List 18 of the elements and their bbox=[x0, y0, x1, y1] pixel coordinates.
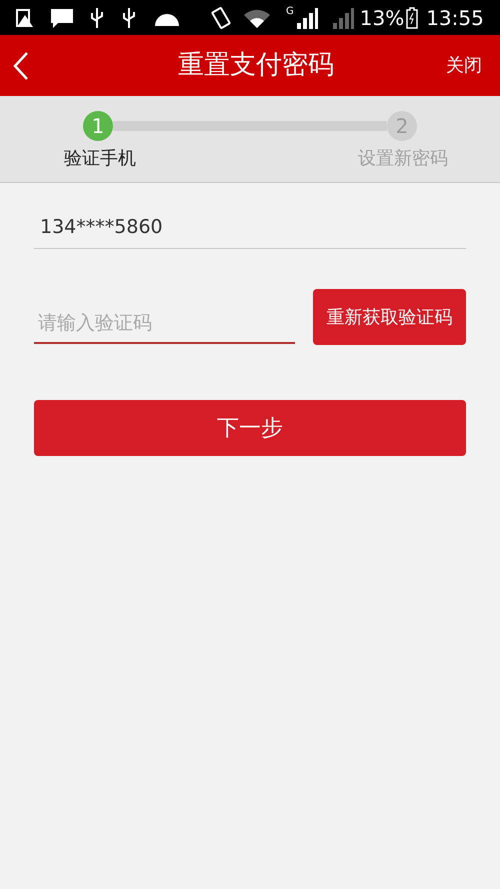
next-button[interactable]: 下一步 bbox=[34, 400, 466, 456]
message-icon bbox=[50, 6, 74, 28]
step-label: 验证手机 bbox=[64, 147, 136, 171]
rotate-icon bbox=[210, 6, 232, 30]
battery-icon bbox=[406, 6, 418, 28]
close-button[interactable]: 关闭 bbox=[446, 52, 488, 79]
usb-icon bbox=[122, 6, 136, 28]
signal-icon bbox=[332, 6, 354, 28]
usb-icon bbox=[90, 6, 104, 28]
step-label: 设置新密码 bbox=[358, 147, 448, 171]
phone-field[interactable]: 134****5860 bbox=[34, 207, 466, 249]
network-type: G bbox=[286, 5, 294, 19]
page-title: 重置支付密码 bbox=[177, 49, 335, 82]
clock: 13:55 bbox=[426, 4, 484, 32]
code-field[interactable]: 请输入验证码 bbox=[34, 304, 295, 344]
battery-percent: 13% bbox=[360, 4, 404, 32]
resend-code-button[interactable]: 重新获取验证码 bbox=[312, 289, 466, 345]
signal-icon bbox=[296, 6, 318, 28]
